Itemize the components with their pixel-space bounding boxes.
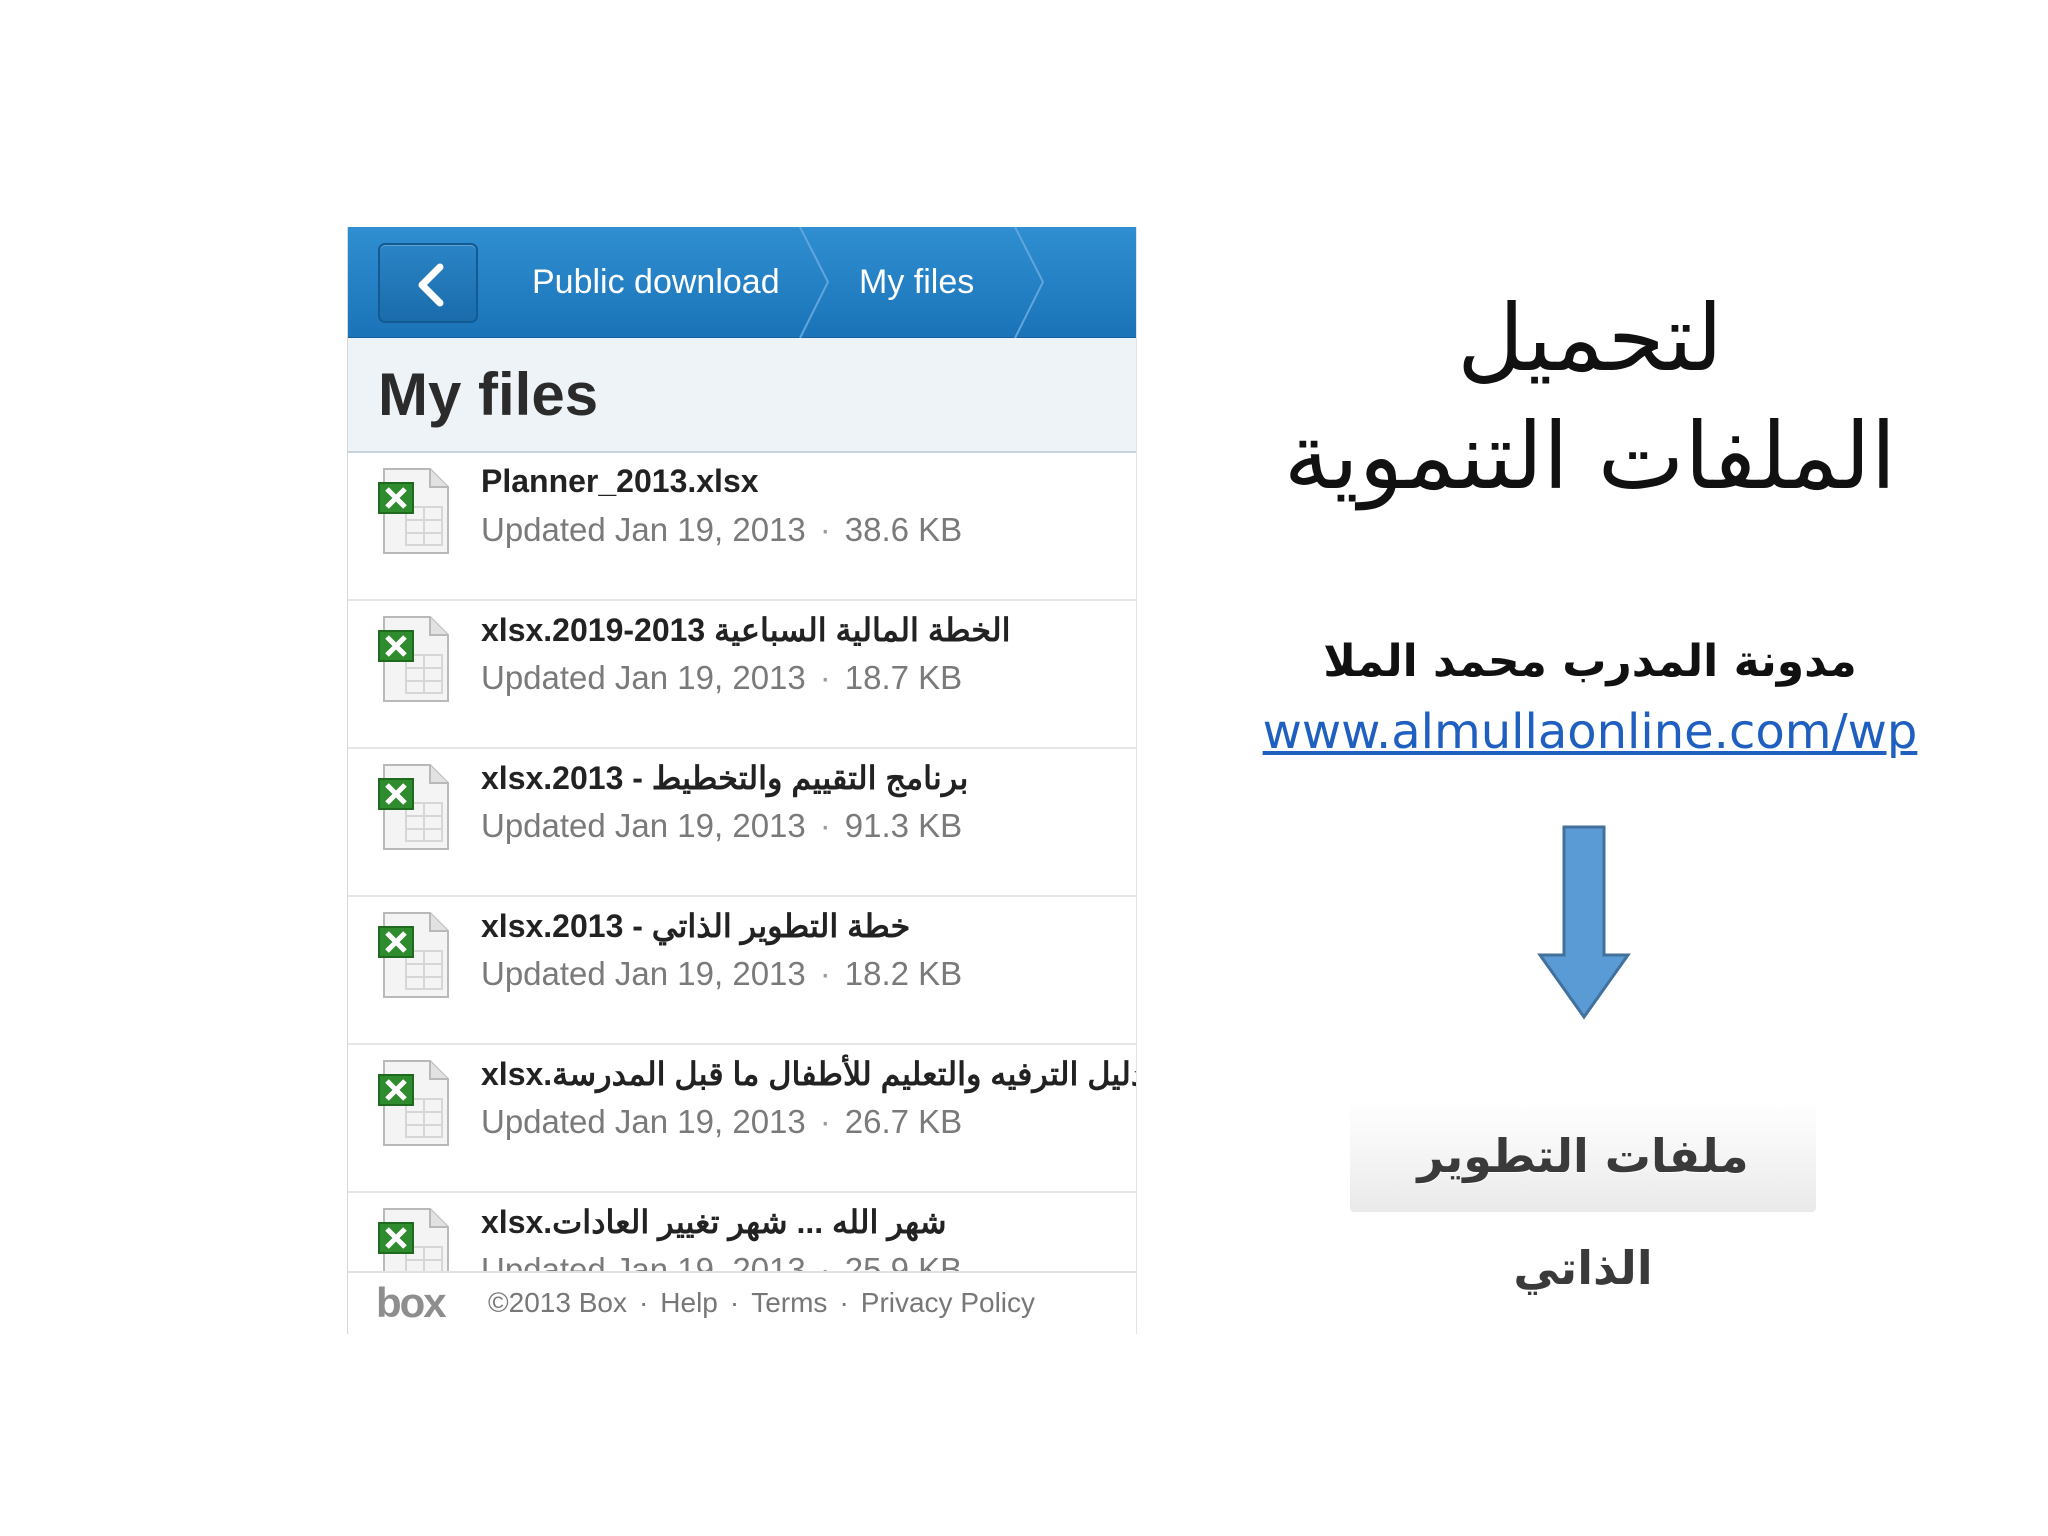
- box-logo[interactable]: box: [376, 1279, 447, 1327]
- page-title: My files: [378, 361, 599, 428]
- author-blog-title: مدونة المدرب محمد الملا: [1323, 636, 1857, 687]
- navigation-bar: Public download My files: [348, 227, 1136, 338]
- file-name: Planner_2013.xlsx: [481, 463, 759, 499]
- file-row[interactable]: الخطة المالية السباعية 2013-2019.xlsx Up…: [348, 601, 1136, 749]
- self-development-files-label: ملفات التطوير الذاتي: [1417, 1129, 1749, 1295]
- title-bar: My files: [348, 338, 1136, 453]
- excel-file-icon: [378, 1060, 449, 1146]
- excel-file-icon: [378, 616, 449, 702]
- footer-separator: ·: [839, 1287, 849, 1318]
- breadcrumb-my-files[interactable]: My files: [859, 227, 974, 338]
- file-size: 26.7 KB: [844, 1103, 963, 1140]
- footer: box ©2013 Box · Help · Terms · Privacy Policy: [348, 1271, 1136, 1334]
- footer-links: ©2013 Box · Help · Terms · Privacy Policy: [488, 1287, 1035, 1319]
- file-updated: Updated Jan 19, 2013: [481, 511, 806, 548]
- heading-line-1: لتحميل: [1457, 285, 1723, 392]
- file-size: 38.6 KB: [844, 511, 963, 548]
- file-name: الخطة المالية السباعية 2013-2019.xlsx: [481, 612, 1011, 648]
- meta-separator: ·: [819, 511, 831, 548]
- website-link[interactable]: www.almullaonline.com/wp: [1230, 704, 1950, 760]
- file-size: 18.2 KB: [844, 955, 963, 992]
- file-updated: Updated Jan 19, 2013: [481, 955, 806, 992]
- heading-line-2: الملفات التنموية: [1283, 403, 1897, 510]
- footer-separator: ·: [638, 1287, 649, 1318]
- meta-separator: ·: [819, 807, 831, 844]
- file-size: 91.3 KB: [844, 807, 963, 844]
- file-row[interactable]: Planner_2013.xlsx Updated Jan 19, 2013 · 3…: [348, 453, 1136, 601]
- breadcrumb-public-download[interactable]: Public download: [532, 227, 780, 338]
- file-row[interactable]: دليل الترفيه والتعليم للأطفال ما قبل الم…: [348, 1045, 1137, 1193]
- footer-separator: ·: [729, 1287, 740, 1318]
- breadcrumb-separator-icon: [1014, 227, 1045, 338]
- file-row[interactable]: خطة التطوير الذاتي - 2013.xlsx Updated J…: [348, 897, 1136, 1045]
- file-name: خطة التطوير الذاتي - 2013.xlsx: [481, 908, 911, 944]
- back-button[interactable]: [378, 243, 478, 323]
- file-meta: Updated Jan 19, 2013 · 18.2 KB: [481, 955, 962, 993]
- file-row[interactable]: برنامج التقييم والتخطيط - 2013.xlsx Upda…: [348, 749, 1136, 897]
- file-updated: Updated Jan 19, 2013: [481, 1103, 806, 1140]
- file-size: 18.7 KB: [844, 659, 963, 696]
- excel-file-icon: [378, 764, 449, 850]
- copyright-text: ©2013 Box: [488, 1287, 627, 1318]
- chevron-left-icon: [418, 263, 444, 307]
- privacy-policy-link[interactable]: Privacy Policy: [861, 1287, 1035, 1318]
- file-updated: Updated Jan 19, 2013: [481, 659, 806, 696]
- file-list: Planner_2013.xlsx Updated Jan 19, 2013 · 3…: [348, 453, 1137, 1334]
- file-meta: Updated Jan 19, 2013 · 26.7 KB: [481, 1103, 962, 1141]
- file-meta: Updated Jan 19, 2013 · 38.6 KB: [481, 511, 962, 549]
- breadcrumb-separator-icon: [799, 227, 830, 338]
- meta-separator: ·: [819, 1103, 831, 1140]
- box-files-screenshot: Public download My files My files Planne…: [347, 227, 1137, 1334]
- file-meta: Updated Jan 19, 2013 · 18.7 KB: [481, 659, 962, 697]
- meta-separator: ·: [819, 659, 831, 696]
- file-meta: Updated Jan 19, 2013 · 91.3 KB: [481, 807, 962, 845]
- file-updated: Updated Jan 19, 2013: [481, 807, 806, 844]
- help-link[interactable]: Help: [660, 1287, 718, 1318]
- excel-file-icon: [378, 912, 449, 998]
- meta-separator: ·: [819, 955, 831, 992]
- slide-heading: لتحميل الملفات التنموية: [1270, 280, 1910, 516]
- file-name: برنامج التقييم والتخطيط - 2013.xlsx: [481, 760, 969, 796]
- excel-file-icon: [378, 468, 449, 554]
- arrow-down-icon: [1537, 825, 1631, 1020]
- file-name: شهر الله ... شهر تغيير العادات.xlsx: [481, 1204, 947, 1240]
- self-development-files-button[interactable]: ملفات التطوير الذاتي: [1350, 1100, 1816, 1295]
- terms-link[interactable]: Terms: [751, 1287, 827, 1318]
- file-name: دليل الترفيه والتعليم للأطفال ما قبل الم…: [481, 1056, 1137, 1092]
